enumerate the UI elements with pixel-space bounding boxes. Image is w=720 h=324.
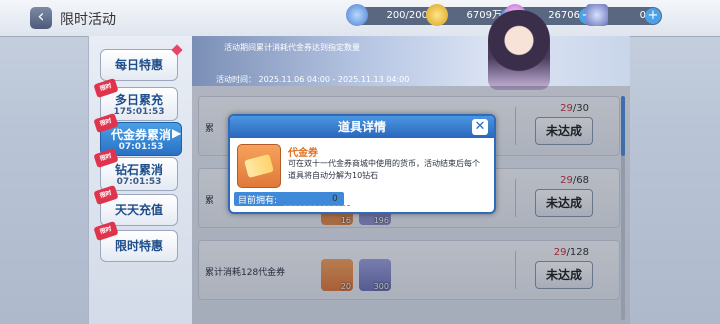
top-bar: ‹ 限时活动 200/200 + 6709万 + 26706 + 0 +	[0, 0, 720, 37]
item-description: 可在双十一代金券商城中使用的货币，活动结束后每个道具将自动分解为10钻石	[288, 159, 480, 180]
item-detail-dialog: 道具详情 ✕ 代金券 可在双十一代金券商城中使用的货币，活动结束后每个道具将自动…	[228, 114, 496, 214]
character-illustration	[488, 10, 550, 90]
dialog-title: 道具详情	[230, 116, 494, 138]
owned-label-box: 目前拥有:	[234, 192, 344, 206]
tab-daily-deal[interactable]: 每日特惠	[100, 44, 183, 81]
event-description: 活动期间累计消耗代金券达到指定数量	[224, 43, 360, 52]
event-banner: 活动期间累计消耗代金券达到指定数量 活动时间： 2025.11.06 04:00…	[192, 36, 630, 86]
ticket-icon	[586, 4, 608, 26]
add-ticket-button[interactable]: +	[645, 8, 661, 24]
close-icon[interactable]: ✕	[472, 119, 488, 135]
event-time: 活动时间： 2025.11.06 04:00 - 2025.11.13 04:0…	[216, 75, 410, 84]
ticket-resource: 0 +	[586, 4, 662, 26]
back-arrow-icon[interactable]: ‹	[30, 7, 52, 29]
item-name: 代金券	[288, 148, 318, 159]
voucher-icon	[237, 144, 281, 188]
gold-coin-icon	[426, 4, 448, 26]
tab-limited-deal[interactable]: 限时 限时特惠	[93, 220, 178, 262]
stamina-icon	[346, 4, 368, 26]
page-title: 限时活动	[60, 12, 116, 28]
selected-arrow-icon: ▶	[172, 126, 182, 140]
owned-value: 0	[332, 194, 338, 204]
